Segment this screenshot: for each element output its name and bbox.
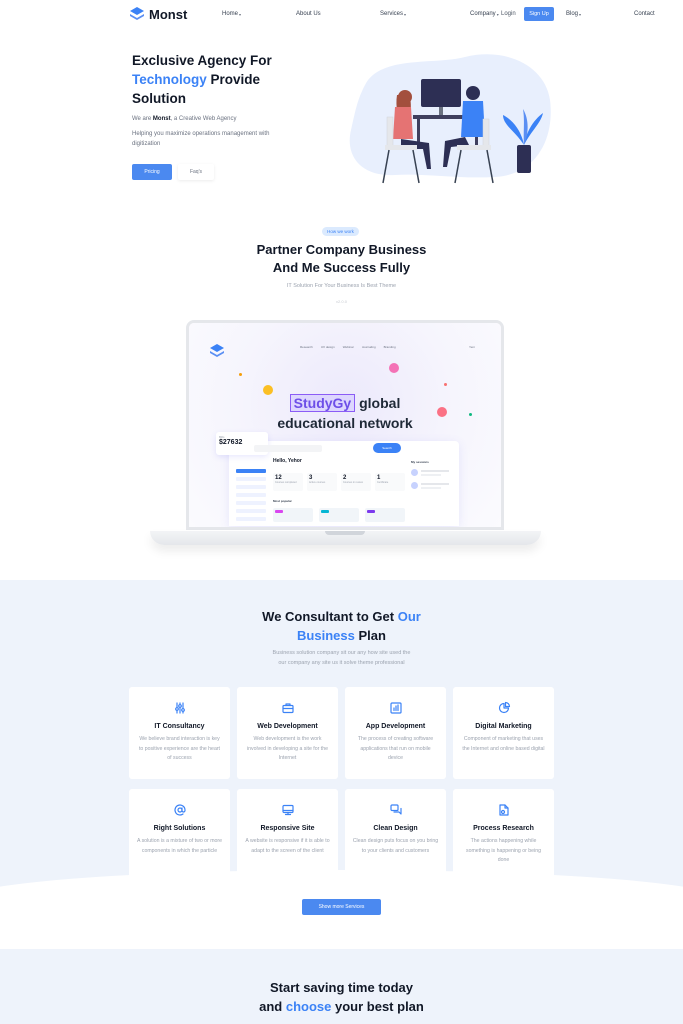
version-note: v2.0.0	[336, 299, 347, 304]
service-card-description: Clean design puts focus on you bring to …	[352, 838, 439, 854]
service-card-description: The actions happening while something is…	[466, 838, 541, 863]
laptop-screen: Research UX design Webinar Journaling Brandi…	[189, 323, 501, 527]
brand-name: Monst	[149, 6, 188, 22]
service-card-description: Web development is the work involved in …	[246, 736, 329, 761]
mockup-sessions-title: My sessions	[411, 460, 429, 464]
chevron-down-icon: ▾	[579, 11, 582, 17]
service-card-description: The process of creating software applica…	[357, 736, 434, 761]
briefcase-icon	[281, 703, 294, 714]
monitor-icon	[281, 804, 294, 816]
chevron-down-icon: ▾	[404, 11, 407, 17]
nav-item-about-us[interactable]: About Us	[296, 11, 338, 17]
service-card-title: Right Solutions	[153, 825, 206, 832]
nav-item-home[interactable]: Home ▾	[222, 11, 259, 17]
chevron-down-icon: ▾	[239, 11, 242, 17]
decor-dot	[444, 383, 447, 386]
hero-description: Helping you maximize operations manageme…	[132, 131, 270, 147]
mockup-headline: StudyGy global educational network	[277, 394, 413, 431]
how-we-work-badge: How we work	[322, 227, 359, 236]
service-card-digital-marketing[interactable]: Digital Marketing Component of marketing …	[453, 687, 554, 779]
mockup-user: Yeni	[469, 345, 475, 349]
nav-item-services[interactable]: Services ▾	[380, 11, 425, 17]
service-card-description: Component of marketing that uses the Int…	[462, 736, 545, 752]
mockup-nav-item: Research	[300, 345, 313, 349]
service-card-title: App Development	[365, 723, 426, 730]
hero-title-accent: Technology	[132, 72, 207, 87]
mockup-thumbs	[273, 508, 405, 522]
service-card-title: Digital Marketing	[475, 723, 532, 730]
avatar	[389, 363, 399, 373]
services-title: We Consultant to Get Our Business Plan	[262, 609, 421, 643]
service-card-title: Responsive Site	[260, 825, 315, 832]
main-menu: Home ▾ About Us Services ▾ Company ▾ Blog ▾ Conta…	[222, 11, 664, 17]
service-card-description: We believe brand interaction is key to p…	[138, 736, 221, 761]
session-row	[411, 481, 455, 491]
service-card-description: A website is responsive if it is able to…	[245, 838, 330, 854]
laptop-mockup: Research UX design Webinar Journaling Brandi…	[186, 320, 504, 530]
service-card-right-solutions[interactable]: Right Solutions A solution is a mixture o…	[129, 789, 230, 881]
mockup-nav-item: Journaling	[361, 345, 376, 349]
hero-subtitle: We are Monst, a Creative Web Agency	[132, 116, 237, 122]
mockup-stat: 12 Courses completed	[273, 473, 303, 491]
mockup-stat: 3 Active courses	[307, 473, 337, 491]
sliders-icon	[174, 702, 185, 714]
laptop-base	[150, 531, 541, 545]
decor-dot	[239, 373, 242, 376]
show-more-services-button[interactable]: Show more Services	[302, 899, 381, 915]
service-card-it-consultancy[interactable]: IT Consultancy We believe brand interacti…	[129, 687, 230, 779]
at-sign-icon	[173, 804, 186, 816]
signup-button[interactable]: Sign Up	[524, 7, 554, 21]
session-row	[411, 468, 455, 478]
pricing-button[interactable]: Pricing	[132, 164, 172, 180]
chat-icon	[389, 804, 402, 815]
layers-logo-icon	[210, 344, 224, 357]
mockup-nav-item: Branding	[383, 345, 396, 349]
service-card-clean-design[interactable]: Clean Design Clean design puts focus on y…	[345, 789, 446, 881]
pie-chart-icon	[498, 701, 510, 714]
login-link[interactable]: Login	[501, 11, 516, 17]
mockup-nav: Research UX design Webinar Journaling Brandi…	[300, 345, 396, 349]
brand-logo[interactable]: Monst	[129, 6, 187, 22]
chevron-down-icon: ▾	[496, 11, 499, 17]
faq-button[interactable]: Faq's	[178, 164, 214, 180]
nav-item-blog[interactable]: Blog ▾	[566, 11, 600, 17]
service-card-title: IT Consultancy	[154, 723, 205, 730]
service-card-title: Web Development	[257, 723, 318, 730]
document-icon	[498, 804, 509, 816]
mockup-search-button: Search	[373, 443, 401, 453]
bar-chart-icon	[389, 702, 402, 714]
nav-item-contact[interactable]: Contact	[634, 11, 664, 17]
mockup-stat: 1 Certificate	[375, 473, 405, 491]
section-title: Partner Company Business And Me Success F…	[256, 242, 427, 275]
hero-title: Exclusive Agency For Technology Provide …	[132, 53, 272, 106]
services-grid: IT Consultancy We believe brand interacti…	[129, 687, 554, 881]
mockup-stats: 12 Courses completed 3 Active courses 2 Cours…	[273, 473, 405, 491]
service-card-title: Process Research	[473, 825, 534, 832]
mockup-search	[254, 445, 322, 452]
service-card-title: Clean Design	[373, 825, 418, 832]
hero-illustration	[349, 54, 551, 184]
mockup-nav-item: Webinar	[342, 345, 354, 349]
section-subtitle: IT Solution For Your Business Is Best Th…	[286, 283, 397, 289]
service-card-responsive-site[interactable]: Responsive Site A website is responsive i…	[237, 789, 338, 881]
mockup-sidebar	[236, 469, 266, 525]
mockup-stat: 2 Courses in review	[341, 473, 371, 491]
mockup-most-popular: Most popular	[273, 499, 292, 503]
top-nav: Monst Home ▾ About Us Services ▾ Company ▾ Blog…	[0, 0, 683, 30]
service-card-app-development[interactable]: App Development The process of creating s…	[345, 687, 446, 779]
service-card-description: A solution is a mixture of two or more c…	[136, 838, 223, 854]
mockup-hello: Hello, Yehor	[273, 458, 302, 464]
service-card-web-development[interactable]: Web Development Web development is the wo…	[237, 687, 338, 779]
mockup-nav-item: UX design	[320, 345, 335, 349]
services-description: Business solution company sit our any ho…	[272, 650, 411, 666]
layers-logo-icon	[130, 7, 144, 20]
service-card-process-research[interactable]: Process Research The actions happening wh…	[453, 789, 554, 881]
pricing-title: Start saving time today and choose your …	[259, 980, 424, 1014]
